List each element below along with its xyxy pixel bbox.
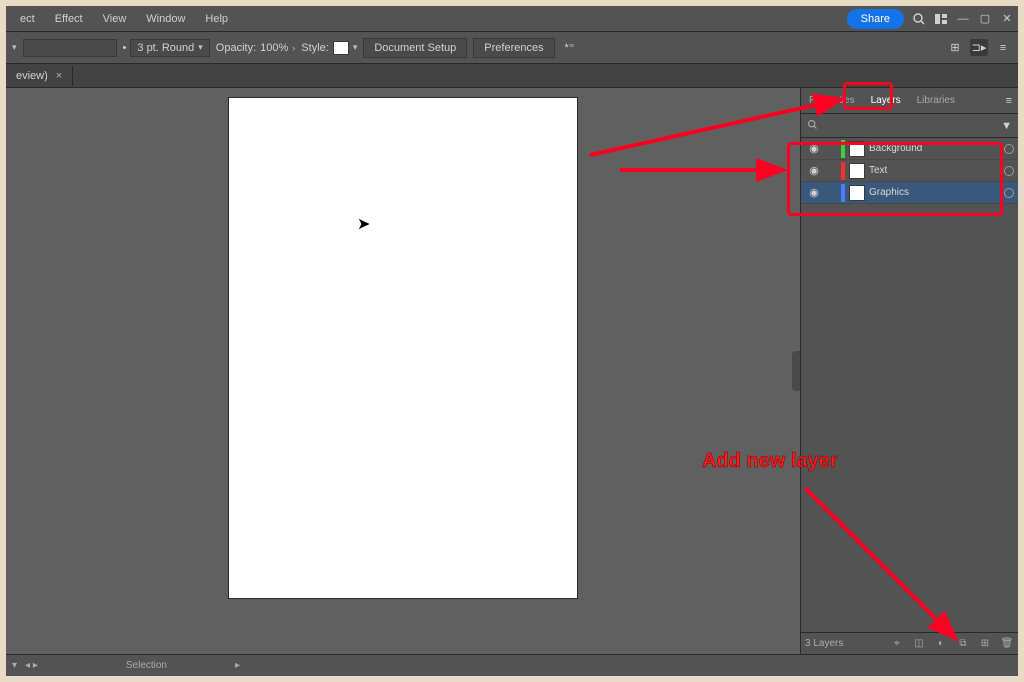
visibility-eye-icon[interactable]: ◉ — [805, 142, 823, 155]
tab-layers[interactable]: Layers — [863, 90, 909, 111]
document-setup-button[interactable]: Document Setup — [363, 38, 467, 58]
menu-view[interactable]: View — [93, 9, 137, 29]
style-label: Style: — [301, 42, 329, 54]
workspace-switcher-icon[interactable] — [934, 12, 948, 26]
close-window-icon[interactable]: ✕ — [1000, 12, 1014, 26]
layer-thumb — [849, 163, 865, 179]
tab-libraries[interactable]: Libraries — [909, 90, 963, 111]
restore-icon[interactable]: ▢ — [978, 12, 992, 26]
stroke-preset-dropdown[interactable]: 3 pt. Round ▾ — [130, 39, 209, 57]
filter-icon[interactable]: ▼ — [1001, 120, 1012, 132]
target-icon[interactable] — [1004, 166, 1014, 176]
panel-menu-icon[interactable]: ≡ — [1000, 95, 1018, 107]
artboard[interactable]: ➤ — [229, 98, 577, 598]
visibility-eye-icon[interactable]: ◉ — [805, 186, 823, 199]
grid-icon[interactable]: ⊞ — [946, 41, 964, 54]
layer-color-strip — [841, 184, 845, 202]
new-sublayer-icon[interactable]: ⧉ — [956, 638, 970, 649]
target-icon[interactable] — [1004, 144, 1014, 154]
document-tab[interactable]: eview) × — [6, 66, 73, 86]
chevron-right-icon[interactable]: › — [292, 43, 295, 53]
artboard-nav-icon[interactable]: ◂ ▸ — [25, 660, 38, 671]
play-icon[interactable]: ▸ — [235, 660, 240, 671]
target-icon[interactable] — [1004, 188, 1014, 198]
visibility-eye-icon[interactable]: ◉ — [805, 164, 823, 177]
menu-effect[interactable]: Effect — [45, 9, 93, 29]
share-button[interactable]: Share — [847, 9, 904, 29]
layer-row[interactable]: ◉ Graphics — [801, 182, 1018, 204]
chevron-down-icon[interactable]: ▾ — [12, 660, 17, 671]
delete-layer-icon[interactable]: 🗑 — [1000, 638, 1014, 649]
status-bar: ▾ ◂ ▸ Selection ▸ — [6, 654, 1018, 676]
layer-name[interactable]: Text — [869, 165, 1000, 176]
search-icon[interactable] — [912, 12, 926, 26]
preferences-button[interactable]: Preferences — [473, 38, 554, 58]
align-icon[interactable]: *⁼ — [561, 41, 579, 54]
layer-row[interactable]: ◉ Text — [801, 160, 1018, 182]
fill-stroke-swatch[interactable] — [23, 39, 117, 57]
layer-name[interactable]: Background — [869, 143, 1000, 154]
layer-color-strip — [841, 162, 845, 180]
chevron-down-icon: ▾ — [198, 42, 203, 53]
canvas-area[interactable]: ➤ — [6, 88, 800, 654]
menu-help[interactable]: Help — [195, 9, 238, 29]
new-layer-icon[interactable]: ⊞ — [978, 638, 992, 649]
control-bar: ▾ • 3 pt. Round ▾ Opacity: 100% › Style:… — [6, 32, 1018, 64]
search-icon — [807, 119, 818, 133]
mask-icon[interactable]: ◐ — [934, 638, 948, 649]
tab-properties[interactable]: Properties — [801, 90, 863, 111]
layers-footer: 3 Layers ⌖ ◫ ◐ ⧉ ⊞ 🗑 — [801, 632, 1018, 654]
collect-icon[interactable]: ◫ — [912, 638, 926, 649]
close-tab-icon[interactable]: × — [56, 70, 62, 82]
layer-thumb — [849, 141, 865, 157]
snap-icon[interactable]: ⊐▸ — [970, 39, 988, 56]
menu-window[interactable]: Window — [136, 9, 195, 29]
right-panel-dock: Properties Layers Libraries ≡ ▼ ◉ Backgr… — [800, 88, 1018, 654]
layers-list: ◉ Background ◉ Text ◉ — [801, 138, 1018, 632]
stroke-preset-value: 3 pt. Round — [137, 42, 194, 54]
layer-search-input[interactable] — [818, 118, 995, 133]
style-swatch[interactable] — [333, 41, 349, 55]
stroke-bullet-icon: • — [123, 42, 127, 54]
locate-layer-icon[interactable]: ⌖ — [890, 638, 904, 649]
chevron-down-icon[interactable]: ▾ — [12, 42, 17, 53]
layer-name[interactable]: Graphics — [869, 187, 1000, 198]
cursor-icon: ➤ — [357, 214, 370, 234]
menubar: ect Effect View Window Help Share — ▢ ✕ — [6, 6, 1018, 32]
document-tab-name: eview) — [16, 70, 48, 82]
layer-row[interactable]: ◉ Background — [801, 138, 1018, 160]
layer-color-strip — [841, 140, 845, 158]
document-tab-strip: eview) × — [6, 64, 1018, 88]
chevron-down-icon[interactable]: ▾ — [353, 42, 358, 53]
menu-ect[interactable]: ect — [10, 9, 45, 29]
layer-count: 3 Layers — [805, 638, 843, 649]
opacity-label: Opacity: — [216, 42, 256, 54]
current-tool: Selection — [126, 660, 167, 671]
list-icon[interactable]: ≡ — [994, 42, 1012, 54]
layer-thumb — [849, 185, 865, 201]
minimize-icon[interactable]: — — [956, 12, 970, 26]
opacity-value[interactable]: 100% — [260, 42, 288, 54]
